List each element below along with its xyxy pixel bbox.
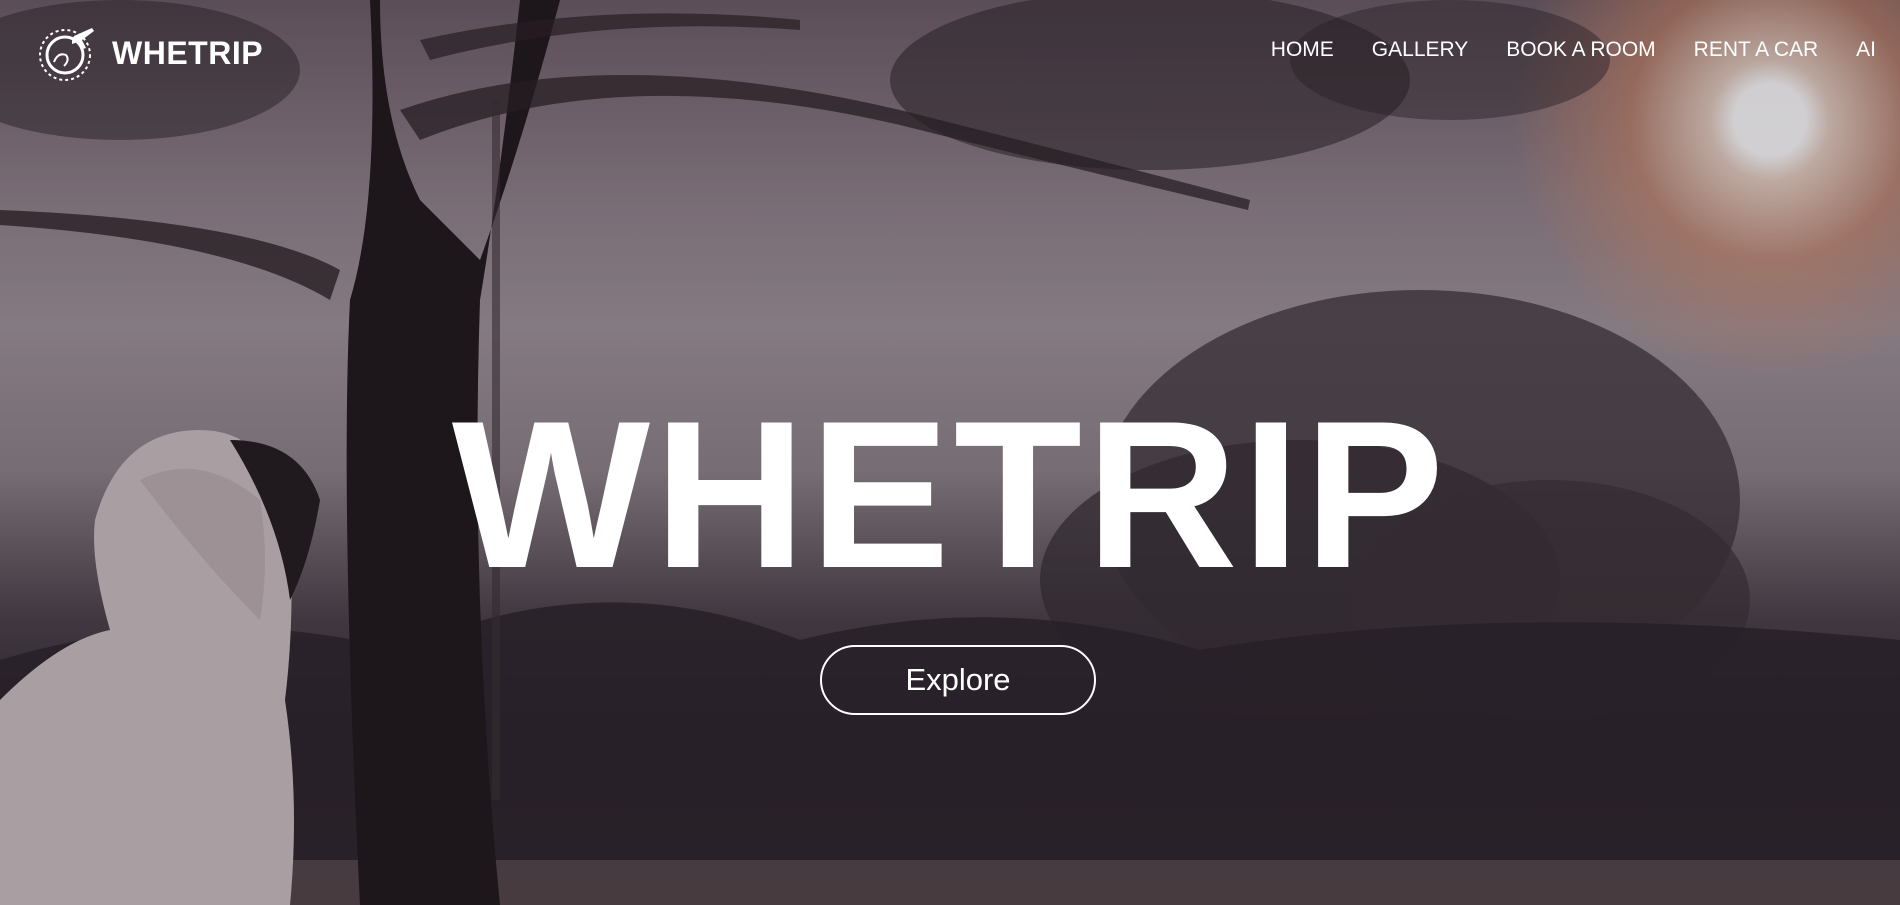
nav-gallery[interactable]: GALLERY xyxy=(1353,36,1488,64)
nav-book-a-room[interactable]: BOOK A ROOM xyxy=(1487,36,1674,64)
brand-name: WHETRIP xyxy=(112,34,264,71)
hero-title: WHETRIP xyxy=(451,377,1449,612)
globe-plane-icon xyxy=(39,28,94,81)
explore-button[interactable]: Explore xyxy=(820,645,1096,715)
site-header: WHETRIP HOME GALLERY BOOK A ROOM RENT A … xyxy=(0,0,1900,100)
main-nav: HOME GALLERY BOOK A ROOM RENT A CAR AI xyxy=(1252,36,1876,64)
brand-logo[interactable]: WHETRIP xyxy=(36,22,263,84)
nav-rent-a-car[interactable]: RENT A CAR xyxy=(1675,36,1837,64)
hero-section: WHETRIP HOME GALLERY BOOK A ROOM RENT A … xyxy=(0,0,1900,905)
nav-ai[interactable]: AI xyxy=(1837,36,1876,64)
nav-home[interactable]: HOME xyxy=(1252,36,1353,64)
